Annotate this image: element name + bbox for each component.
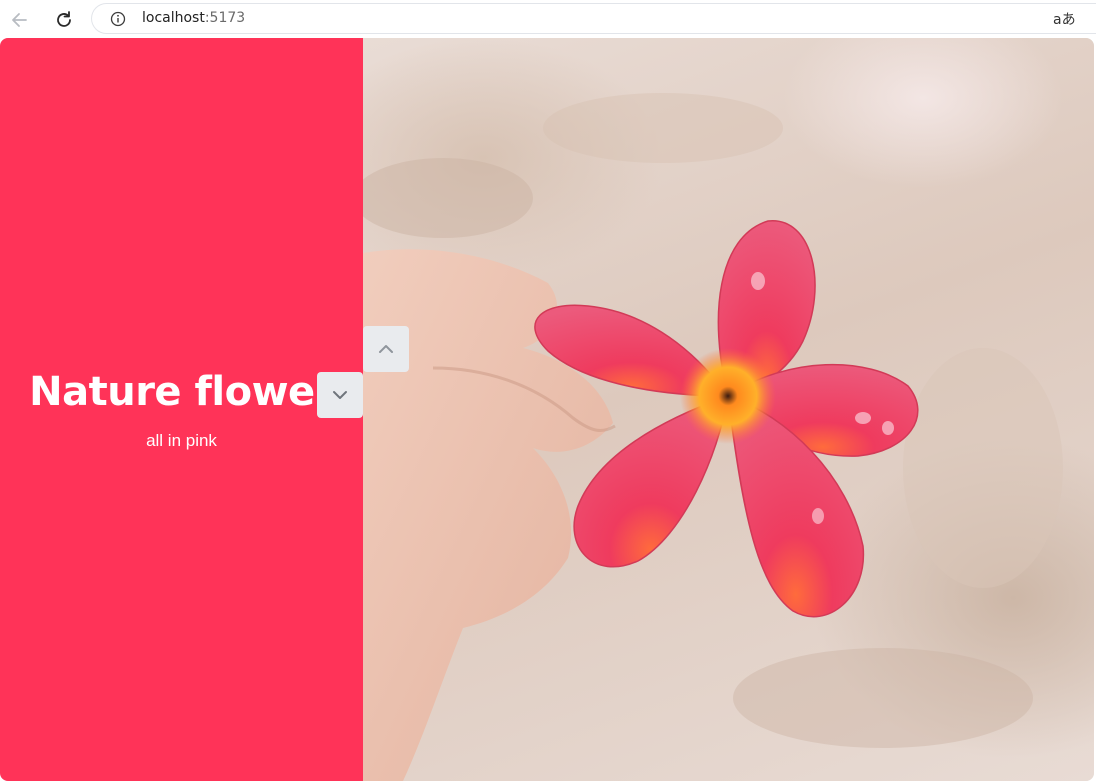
reload-icon xyxy=(57,11,71,27)
flower-photo xyxy=(363,38,1094,781)
url-text[interactable]: localhost:5173 xyxy=(142,10,245,26)
info-icon[interactable] xyxy=(110,11,126,27)
hero-text-panel: Nature flower all in pink xyxy=(0,38,363,781)
reload-button[interactable] xyxy=(51,7,77,33)
address-bar[interactable]: localhost:5173 aあ xyxy=(91,3,1096,34)
translate-icon[interactable]: aあ xyxy=(1053,9,1076,29)
chevron-up-icon xyxy=(379,345,393,353)
hero-title: Nature flower xyxy=(29,369,334,415)
arrow-left-icon xyxy=(12,13,27,27)
browser-toolbar: localhost:5173 aあ xyxy=(0,0,1096,38)
slide-up-button[interactable] xyxy=(363,326,409,372)
chevron-down-icon xyxy=(333,391,347,399)
hero-subtitle: all in pink xyxy=(146,431,217,450)
slide-down-button[interactable] xyxy=(317,372,363,418)
page-viewport: Nature flower all in pink xyxy=(0,38,1094,781)
flower-photo-illustration xyxy=(363,93,1063,781)
url-host: localhost xyxy=(142,10,205,26)
url-port: :5173 xyxy=(204,10,246,26)
back-button[interactable] xyxy=(7,7,33,33)
